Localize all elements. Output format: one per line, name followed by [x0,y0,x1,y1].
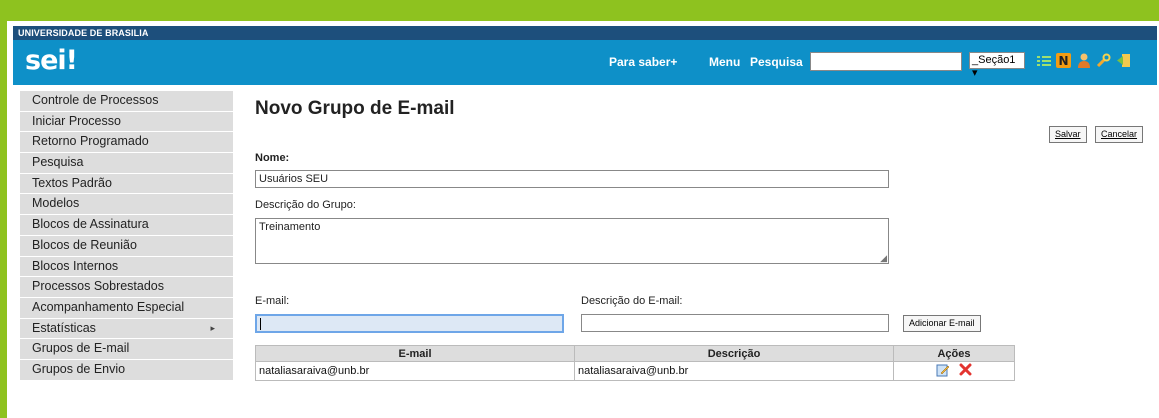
sidebar-item-textos-padrao[interactable]: Textos Padrão [20,173,233,195]
sidebar-item-acompanhamento-especial[interactable]: Acompanhamento Especial [20,297,233,319]
user-icon[interactable] [1075,52,1092,69]
sidebar-item-grupos-de-email[interactable]: Grupos de E-mail [20,339,233,360]
sidebar-item-label: Grupos de Envio [32,361,126,376]
sidebar-item-label: Textos Padrão [32,175,112,190]
save-button-label: Salvar [1055,129,1081,139]
svg-text:N: N [1058,54,1068,68]
column-header-descricao: Descrição [574,345,894,362]
wrench-icon[interactable] [1095,52,1112,69]
university-name: UNIVERSIDADE DE BRASILIA [18,28,149,38]
logo-text: sei [25,45,67,76]
sidebar-item-label: Blocos de Reunião [32,237,137,252]
add-email-button[interactable]: Adicionar E-mail [903,315,981,332]
sidebar-item-grupos-de-envio[interactable]: Grupos de Envio [20,359,233,381]
column-header-acoes: Ações [893,345,1015,362]
sidebar-item-label: Modelos [32,196,80,211]
university-bar: UNIVERSIDADE DE BRASILIA [13,26,1157,40]
notification-n-icon[interactable]: N [1055,52,1072,69]
list-icon[interactable] [1035,52,1052,69]
email-table: E-mail Descrição Ações nataliasaraiva@un… [255,345,1015,381]
nav-menu[interactable]: Menu [709,55,740,69]
sidebar-item-blocos-de-reuniao[interactable]: Blocos de Reunião [20,235,233,257]
text-cursor [260,318,261,331]
cell-descricao: nataliasaraiva@unb.br [574,361,894,381]
column-header-email: E-mail [255,345,575,362]
sidebar-item-blocos-internos[interactable]: Blocos Internos [20,256,233,278]
email-field[interactable] [255,314,564,333]
delete-icon[interactable] [959,363,972,379]
logo-mark: ! [65,45,78,76]
sidebar-item-estatisticas[interactable]: Estatísticas ▸ [20,318,233,340]
email-descricao-label: Descrição do E-mail: [581,295,683,307]
sidebar-item-modelos[interactable]: Modelos [20,194,233,216]
sidebar-item-label: Grupos de E-mail [32,341,130,356]
sidebar-item-processos-sobrestados[interactable]: Processos Sobrestados [20,277,233,298]
sidebar-item-label: Retorno Programado [32,134,149,149]
sidebar-item-label: Estatísticas [32,320,96,335]
sidebar-item-label: Iniciar Processo [32,113,121,128]
email-label: E-mail: [255,295,290,307]
descricao-grupo-value: Treinamento [259,221,321,233]
chevron-down-icon: ▾ [972,67,978,79]
table-header-row: E-mail Descrição Ações [255,345,1015,362]
section-select[interactable]: _Seção1 ▾ [969,52,1025,79]
sidebar-item-label: Processos Sobrestados [32,279,165,294]
sidebar-item-blocos-de-assinatura[interactable]: Blocos de Assinatura [20,215,233,236]
add-email-button-label: Adicionar E-mail [909,318,975,328]
sidebar-item-label: Blocos Internos [32,258,119,273]
sei-logo[interactable]: sei! [25,45,78,76]
exit-icon[interactable] [1115,52,1132,69]
sidebar-item-pesquisa[interactable]: Pesquisa [20,153,233,174]
cell-acoes [893,361,1015,381]
nav-para-saber[interactable]: Para saber+ [609,55,677,69]
app-header: sei! Para saber+ Menu Pesquisa _Seção1 ▾… [13,40,1157,85]
chevron-right-icon: ▸ [210,322,215,333]
section-select-value: _Seção1 [972,54,1016,66]
email-descricao-field[interactable] [581,314,889,332]
cancel-button[interactable]: Cancelar [1095,126,1144,143]
sidebar-item-label: Pesquisa [32,155,84,170]
cell-email: nataliasaraiva@unb.br [255,361,575,381]
sidebar-item-controle-de-processos[interactable]: Controle de Processos [20,91,233,112]
sidebar-item-retorno-programado[interactable]: Retorno Programado [20,132,233,154]
page-title: Novo Grupo de E-mail [255,98,455,119]
descricao-grupo-textarea[interactable]: Treinamento ◢ [255,218,889,264]
descricao-grupo-label: Descrição do Grupo: [255,199,356,211]
nome-label: Nome: [255,152,290,164]
table-row: nataliasaraiva@unb.br nataliasaraiva@unb… [255,361,1015,381]
save-button[interactable]: Salvar [1049,126,1087,143]
sidebar-item-label: Acompanhamento Especial [32,299,185,314]
sidebar-item-label: Blocos de Assinatura [32,217,149,232]
nome-field-value: Usuários SEU [259,173,329,185]
edit-icon[interactable] [936,363,950,380]
sidebar-item-label: Controle de Processos [32,93,159,107]
header-search-input[interactable] [810,52,962,71]
sidebar-item-iniciar-processo[interactable]: Iniciar Processo [20,111,233,133]
cancel-button-label: Cancelar [1101,129,1138,139]
nav-pesquisa[interactable]: Pesquisa [750,55,803,69]
resize-handle-icon[interactable]: ◢ [880,254,887,263]
sidebar-menu: Controle de Processos Iniciar Processo R… [20,91,233,381]
nome-field[interactable]: Usuários SEU [255,170,889,188]
